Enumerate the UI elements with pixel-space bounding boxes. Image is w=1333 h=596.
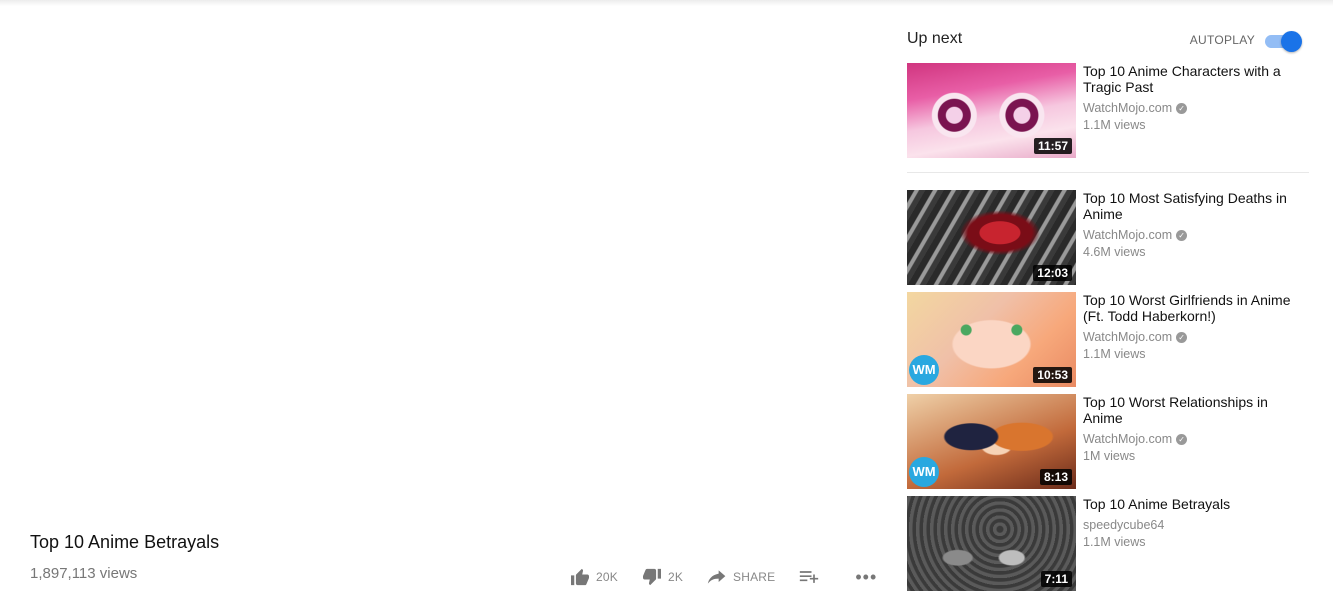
- video-views: 1M views: [1083, 449, 1136, 463]
- video-meta: Top 10 Worst Relationships in Anime Watc…: [1083, 394, 1293, 463]
- up-next-label: Up next: [907, 30, 963, 47]
- video-thumbnail[interactable]: 11:57: [907, 63, 1076, 158]
- up-next-item[interactable]: WM 10:53 Top 10 Worst Girlfriends in Ani…: [907, 292, 1309, 388]
- video-duration: 7:11: [1040, 571, 1072, 587]
- dislike-count: 2K: [667, 570, 684, 584]
- share-label: SHARE: [733, 570, 776, 584]
- video-thumbnail[interactable]: 12:03: [907, 190, 1076, 285]
- channel-row: speedycube64: [1083, 518, 1293, 532]
- verified-check-icon: ✓: [1176, 433, 1188, 445]
- more-dots-icon: •••: [855, 567, 878, 587]
- video-views: 1.1M views: [1083, 118, 1146, 132]
- like-button[interactable]: 20K: [570, 568, 618, 586]
- video-views: 1.1M views: [1083, 347, 1146, 361]
- video-player[interactable]: [0, 6, 880, 526]
- video-views: 4.6M views: [1083, 245, 1146, 259]
- like-count: 20K: [596, 570, 618, 584]
- video-thumbnail[interactable]: 7:11: [907, 496, 1076, 591]
- up-next-item[interactable]: 7:11 Top 10 Anime Betrayals speedycube64…: [907, 496, 1309, 592]
- video-meta: Top 10 Worst Girlfriends in Anime (Ft. T…: [1083, 292, 1293, 361]
- thumbs-up-icon: [571, 568, 589, 586]
- video-meta: Top 10 Most Satisfying Deaths in Anime W…: [1083, 190, 1293, 259]
- video-title[interactable]: Top 10 Anime Betrayals: [1083, 496, 1293, 512]
- dislike-button[interactable]: 2K: [642, 568, 683, 586]
- channel-name[interactable]: WatchMojo.com: [1083, 432, 1172, 446]
- channel-name[interactable]: speedycube64: [1083, 518, 1164, 532]
- up-next-sidebar: Up next AUTOPLAY 11:57 Top 10 Anime Char…: [907, 30, 1309, 591]
- more-actions-button[interactable]: •••: [855, 567, 878, 587]
- video-title[interactable]: Top 10 Most Satisfying Deaths in Anime: [1083, 190, 1293, 222]
- share-arrow-icon: [707, 570, 726, 584]
- verified-check-icon: ✓: [1176, 102, 1188, 114]
- section-divider: [907, 172, 1309, 173]
- video-duration: 12:03: [1033, 265, 1072, 281]
- verified-check-icon: ✓: [1176, 331, 1188, 343]
- autoplay-toggle[interactable]: [1265, 31, 1302, 52]
- channel-name[interactable]: WatchMojo.com: [1083, 330, 1172, 344]
- video-title[interactable]: Top 10 Worst Girlfriends in Anime (Ft. T…: [1083, 292, 1293, 324]
- watchmojo-logo: WM: [909, 355, 939, 385]
- channel-row: WatchMojo.com ✓: [1083, 330, 1293, 344]
- video-duration: 8:13: [1039, 469, 1072, 485]
- autoplay-toggle-knob: [1281, 31, 1302, 52]
- playlist-add-icon: [800, 571, 819, 583]
- share-button[interactable]: SHARE: [707, 569, 775, 585]
- video-actions: 20K 2K SHARE •••: [570, 566, 877, 588]
- autoplay-label: AUTOPLAY: [1189, 33, 1255, 47]
- watchmojo-logo: WM: [909, 457, 939, 487]
- channel-row: WatchMojo.com ✓: [1083, 432, 1293, 446]
- video-duration: 11:57: [1033, 138, 1072, 154]
- up-next-header: Up next AUTOPLAY: [907, 30, 1309, 52]
- add-to-playlist-button[interactable]: [799, 569, 819, 585]
- up-next-item[interactable]: 12:03 Top 10 Most Satisfying Deaths in A…: [907, 190, 1309, 286]
- video-title[interactable]: Top 10 Worst Relationships in Anime: [1083, 394, 1293, 426]
- channel-row: WatchMojo.com ✓: [1083, 228, 1293, 242]
- video-thumbnail[interactable]: WM 8:13: [907, 394, 1076, 489]
- up-next-item[interactable]: WM 8:13 Top 10 Worst Relationships in An…: [907, 394, 1309, 490]
- video-views: 1.1M views: [1083, 535, 1146, 549]
- video-thumbnail[interactable]: WM 10:53: [907, 292, 1076, 387]
- verified-check-icon: ✓: [1176, 229, 1188, 241]
- channel-name[interactable]: WatchMojo.com: [1083, 228, 1172, 242]
- video-meta: Top 10 Anime Characters with a Tragic Pa…: [1083, 63, 1293, 132]
- video-meta: Top 10 Anime Betrayals speedycube64 1.1M…: [1083, 496, 1293, 549]
- thumbs-down-icon: [642, 568, 661, 586]
- up-next-item[interactable]: 11:57 Top 10 Anime Characters with a Tra…: [907, 63, 1309, 159]
- view-count: 1,897,113 views: [30, 565, 138, 582]
- channel-name[interactable]: WatchMojo.com: [1083, 101, 1172, 115]
- channel-row: WatchMojo.com ✓: [1083, 101, 1293, 115]
- video-duration: 10:53: [1033, 367, 1072, 383]
- video-title: Top 10 Anime Betrayals: [30, 532, 220, 552]
- video-title[interactable]: Top 10 Anime Characters with a Tragic Pa…: [1083, 63, 1293, 95]
